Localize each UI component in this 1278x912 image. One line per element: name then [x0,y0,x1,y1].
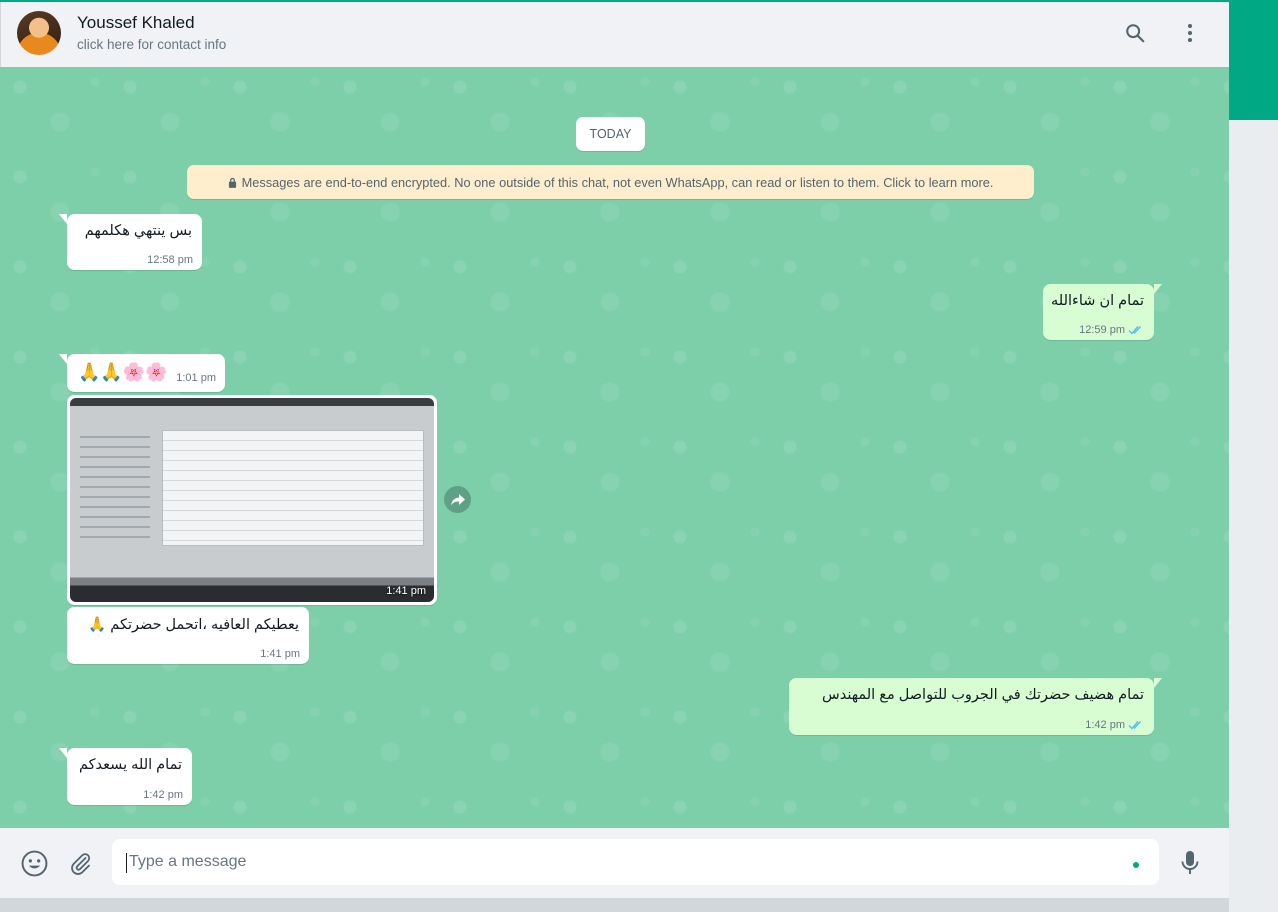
message-bubble-incoming[interactable]: يعطيكم العافيه ،اتحمل حضرتكم 🙏 1:41 pm [67,607,309,664]
message-text: يعطيكم العافيه ،اتحمل حضرتكم 🙏 [88,617,299,633]
attach-icon[interactable] [66,849,94,877]
image-message[interactable]: 1:41 pm [67,395,437,605]
microphone-icon[interactable] [1177,849,1203,877]
side-accent-panel [1229,0,1278,120]
photo-content [162,430,424,546]
encryption-notice[interactable]: Messages are end-to-end encrypted. No on… [187,165,1034,199]
lock-icon [228,177,236,188]
text-caret [126,853,127,873]
avatar[interactable] [17,11,61,55]
message-text: تمام هضيف حضرتك في الجروب للتواصل مع الم… [822,687,1144,703]
message-text: 🙏🙏🌸🌸 [78,362,168,382]
message-bubble-incoming[interactable]: تمام الله يسعدكم 1:42 pm [59,748,192,805]
bubble-tail [59,354,67,364]
bubble-tail [59,214,67,224]
conversation-panel[interactable]: TODAY Messages are end-to-end encrypted.… [0,67,1229,828]
status-dot [1133,862,1139,868]
forward-icon[interactable] [444,486,471,513]
message-composer [0,828,1229,898]
message-bubble-outgoing[interactable]: تمام ان شاءالله 12:59 pm [1043,284,1162,340]
message-time: 12:59 pm [1079,324,1145,336]
message-bubble-outgoing[interactable]: تمام هضيف حضرتك في الجروب للتواصل مع الم… [789,678,1162,735]
encryption-notice-text: Messages are end-to-end encrypted. No on… [241,174,994,190]
message-time: 1:01 pm [176,372,216,384]
contact-info-hint[interactable]: click here for contact info [77,37,226,52]
bubble-tail [1154,678,1162,688]
message-bubble-incoming[interactable]: بس ينتهي هكلمهم 12:58 pm [59,214,202,270]
photo-content [80,428,150,538]
message-bubble-incoming[interactable]: 🙏🙏🌸🌸 1:01 pm [59,354,225,392]
message-time: 1:42 pm [143,789,183,801]
message-text: تمام ان شاءالله [1051,293,1144,309]
chat-header[interactable]: Youssef Khaled click here for contact in… [0,2,1229,67]
bottom-edge [0,898,1229,912]
message-time: 1:41 pm [260,648,300,660]
double-check-icon [1128,721,1142,730]
emoji-icon[interactable] [20,849,48,877]
contact-name[interactable]: Youssef Khaled [77,13,195,33]
bubble-tail [59,748,67,758]
double-check-icon [1128,326,1142,335]
bubble-tail [1154,284,1162,294]
photo-thumbnail[interactable]: 1:41 pm [70,398,434,602]
date-chip: TODAY [576,117,645,151]
message-time: 1:42 pm [1085,719,1145,731]
message-text: تمام الله يسعدكم [78,757,182,773]
message-input[interactable] [112,839,1159,885]
search-icon[interactable] [1122,20,1148,46]
side-gray-panel [1229,120,1278,912]
chat-window: Youssef Khaled click here for contact in… [0,0,1229,912]
message-time: 12:58 pm [147,254,193,266]
menu-icon[interactable] [1177,20,1203,46]
message-time: 1:41 pm [386,585,426,597]
message-text: بس ينتهي هكلمهم [84,223,192,239]
